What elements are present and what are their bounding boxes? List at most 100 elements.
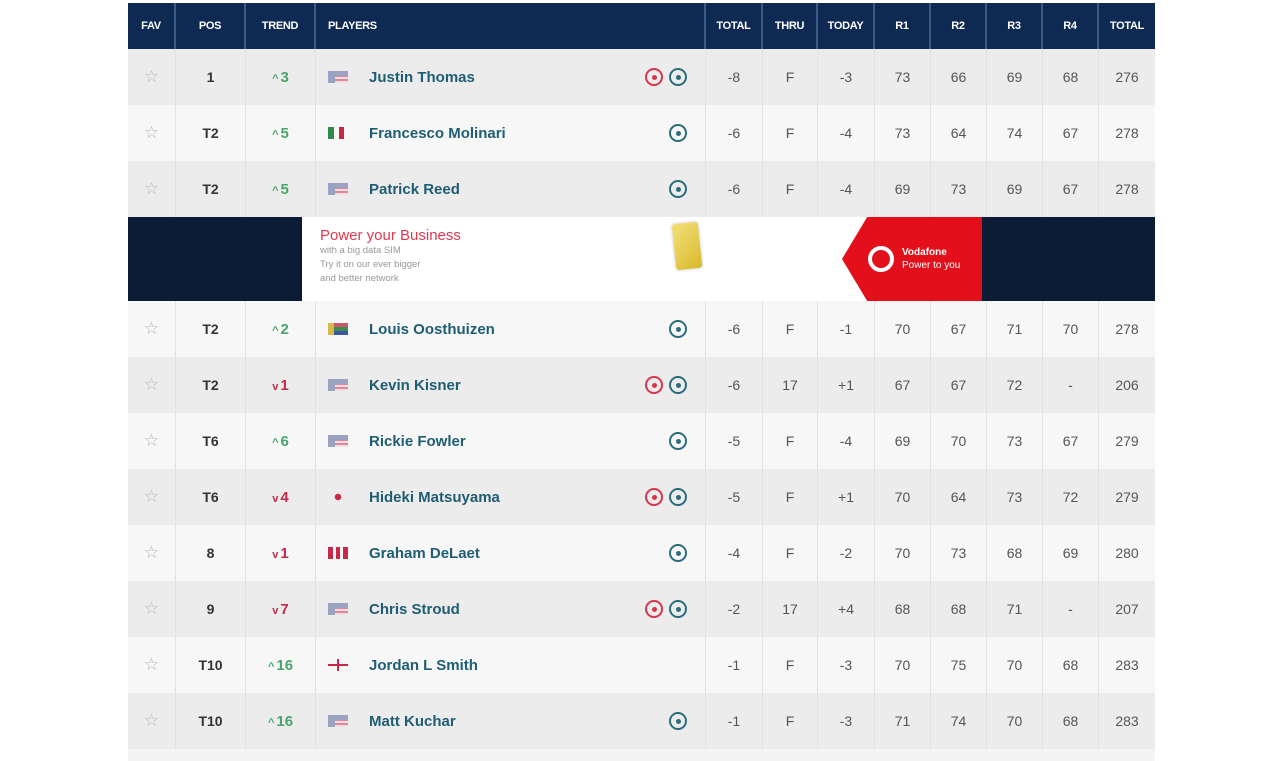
thru: 17: [763, 581, 818, 637]
player-name-link[interactable]: Justin Thomas: [369, 69, 475, 86]
player-name-link[interactable]: Kevin Kisner: [369, 377, 461, 394]
star-outline-icon[interactable]: ☆: [144, 655, 159, 675]
favorite-cell: ☆: [128, 581, 176, 637]
total-to-par: -5: [706, 413, 763, 469]
column-header-total[interactable]: TOTAL: [706, 3, 763, 49]
shot-tracker-icon[interactable]: [669, 488, 687, 506]
round-4: 67: [1043, 105, 1099, 161]
shot-tracker-icon[interactable]: [669, 68, 687, 86]
today: -4: [818, 161, 875, 217]
video-play-icon[interactable]: [645, 68, 663, 86]
total-to-par: -6: [706, 301, 763, 357]
flag-usa-icon: [328, 715, 348, 727]
column-header-r1[interactable]: R1: [875, 3, 931, 49]
today: -4: [818, 413, 875, 469]
trend-cell: ^ 5: [246, 105, 316, 161]
video-play-icon[interactable]: [645, 600, 663, 618]
star-outline-icon[interactable]: ☆: [144, 543, 159, 563]
player-row[interactable]: ☆ T2 ^ 5 Francesco Molinari -6 F -4 73 64 74 67 278: [128, 105, 1155, 161]
flag-south-africa-icon: [328, 323, 348, 335]
vodafone-badge: Vodafone Power to you: [842, 217, 982, 301]
flag-usa-icon: [328, 603, 348, 615]
player-row[interactable]: ☆ T2 ^ 2 Louis Oosthuizen -6 F -1 70 67 71 70 278: [128, 301, 1155, 357]
player-name-link[interactable]: Francesco Molinari: [369, 125, 506, 142]
position: 8: [176, 525, 246, 581]
round-3: 70: [987, 637, 1043, 693]
total-to-par: -5: [706, 469, 763, 525]
vodafone-logo-icon: [868, 246, 894, 272]
player-name-link[interactable]: Jordan L Smith: [369, 657, 478, 674]
shot-tracker-icon[interactable]: [669, 544, 687, 562]
player-cell: Rickie Fowler: [316, 413, 706, 469]
round-4: -: [1043, 357, 1099, 413]
star-outline-icon[interactable]: ☆: [144, 123, 159, 143]
video-play-icon[interactable]: [645, 488, 663, 506]
column-header-pos[interactable]: POS: [176, 3, 246, 49]
shot-tracker-icon[interactable]: [669, 124, 687, 142]
column-header-thru[interactable]: THRU: [763, 3, 818, 49]
player-row[interactable]: ☆ T10 ^ 16 Matt Kuchar -1 F -3 71 74 70 68 283: [128, 693, 1155, 749]
round-4: 67: [1043, 161, 1099, 217]
favorite-cell: ☆: [128, 693, 176, 749]
player-name-link[interactable]: Matt Kuchar: [369, 713, 456, 730]
position: 9: [176, 581, 246, 637]
star-outline-icon[interactable]: ☆: [144, 599, 159, 619]
player-row[interactable]: ☆ T6 ^ 6 Rickie Fowler -5 F -4 69 70 73 67 279: [128, 413, 1155, 469]
player-name-link[interactable]: Louis Oosthuizen: [369, 321, 495, 338]
player-row[interactable]: ☆ 9 v 7 Chris Stroud -2 17 +4 68 68 71-207: [128, 581, 1155, 637]
player-row[interactable]: ☆ T2 ^ 5 Patrick Reed -6 F -4 69 73 69 67 278: [128, 161, 1155, 217]
player-row[interactable]: ☆ T10 ^ 16 Jordan L Smith -1 F -3 70 75 70 68 283: [128, 637, 1155, 693]
favorite-cell: ☆: [128, 469, 176, 525]
trend-value: 2: [280, 320, 289, 338]
player-row[interactable]: ☆ T6 v 4 Hideki Matsuyama -5 F +1 70 64 73 72 279: [128, 469, 1155, 525]
column-header-r4[interactable]: R4: [1043, 3, 1099, 49]
shot-tracker-icon[interactable]: [669, 712, 687, 730]
player-row[interactable]: ☆ 1 ^ 3 Justin Thomas -8 F -3 73 66 69 68 276: [128, 49, 1155, 105]
trend-value: 16: [276, 712, 294, 730]
thru: F: [763, 105, 818, 161]
star-outline-icon[interactable]: ☆: [144, 67, 159, 87]
player-cell: Chris Stroud: [316, 581, 706, 637]
video-play-icon[interactable]: [645, 376, 663, 394]
shot-tracker-icon[interactable]: [669, 600, 687, 618]
player-row[interactable]: ☆ 8 v 1 Graham DeLaet -4 F -2 70 73 68 69 280: [128, 525, 1155, 581]
leaderboard: FAV POS TREND PLAYERS TOTAL THRU TODAY R1 R2 R3 R4…: [128, 3, 1155, 761]
shot-tracker-icon[interactable]: [669, 432, 687, 450]
position: T6: [176, 413, 246, 469]
star-outline-icon[interactable]: ☆: [144, 375, 159, 395]
star-outline-icon[interactable]: ☆: [144, 179, 159, 199]
star-outline-icon[interactable]: ☆: [144, 319, 159, 339]
round-4: -: [1043, 581, 1099, 637]
total-strokes: 278: [1115, 181, 1139, 197]
star-outline-icon[interactable]: ☆: [144, 487, 159, 507]
star-outline-icon[interactable]: ☆: [144, 431, 159, 451]
shot-tracker-icon[interactable]: [669, 376, 687, 394]
player-name-link[interactable]: Rickie Fowler: [369, 433, 466, 450]
player-cell: Francesco Molinari: [316, 105, 706, 161]
round-1: 70: [875, 637, 931, 693]
star-outline-icon[interactable]: ☆: [144, 711, 159, 731]
column-header-players[interactable]: PLAYERS: [316, 3, 706, 49]
round-3: 71: [987, 581, 1043, 637]
round-4: 68: [1043, 693, 1099, 749]
column-header-trend[interactable]: TREND: [246, 3, 316, 49]
shot-tracker-icon[interactable]: [669, 320, 687, 338]
shot-tracker-icon[interactable]: [669, 180, 687, 198]
caret-up-icon: ^: [272, 184, 279, 197]
player-name-link[interactable]: Patrick Reed: [369, 181, 460, 198]
column-header-r2[interactable]: R2: [931, 3, 987, 49]
ad-content[interactable]: Power your Business with a big data SIM …: [302, 217, 982, 301]
leaderboard-rows: ☆ 1 ^ 3 Justin Thomas -8 F -3 73 66 69 68 276 ☆ T2 ^ 5 Fr…: [128, 49, 1155, 749]
column-header-fav[interactable]: FAV: [128, 3, 176, 49]
column-header-r3[interactable]: R3: [987, 3, 1043, 49]
advertisement-banner[interactable]: Power your Business with a big data SIM …: [128, 217, 1155, 301]
player-row[interactable]: ☆ T2 v 1 Kevin Kisner -6 17 +1 67 67 72-206: [128, 357, 1155, 413]
round-3: 72: [987, 357, 1043, 413]
player-name-link[interactable]: Hideki Matsuyama: [369, 489, 500, 506]
trend-cell: ^ 6: [246, 413, 316, 469]
today: +1: [818, 469, 875, 525]
player-name-link[interactable]: Graham DeLaet: [369, 545, 480, 562]
column-header-today[interactable]: TODAY: [818, 3, 875, 49]
column-header-total-strokes[interactable]: TOTAL: [1099, 3, 1155, 49]
player-name-link[interactable]: Chris Stroud: [369, 601, 460, 618]
